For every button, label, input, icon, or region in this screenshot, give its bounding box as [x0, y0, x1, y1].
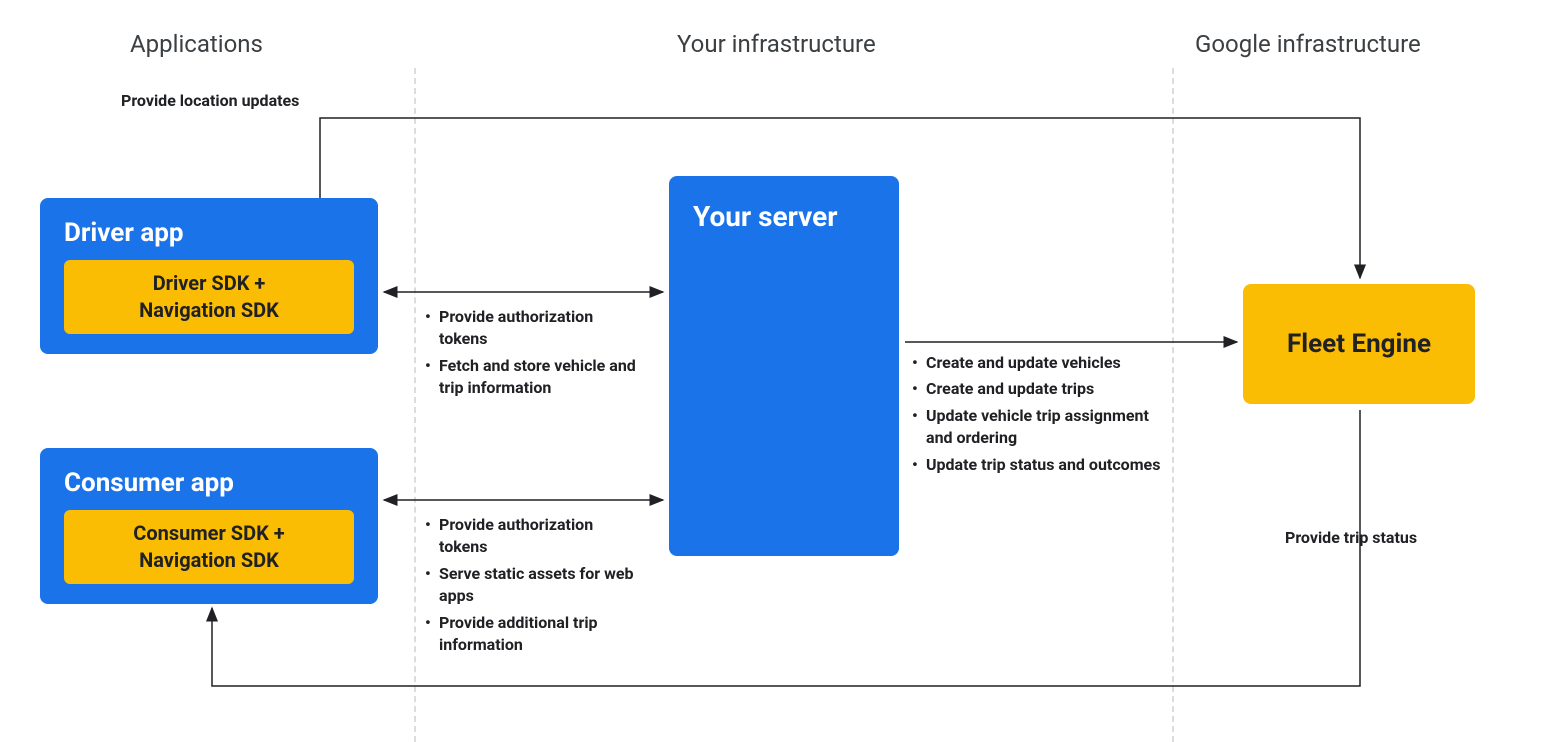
your-server-label: Your server [693, 200, 838, 233]
driver-app-box: Driver app Driver SDK + Navigation SDK [40, 198, 378, 354]
consumer-sdk-box: Consumer SDK + Navigation SDK [64, 510, 354, 584]
fleet-engine-box: Fleet Engine [1243, 284, 1475, 404]
consumer-app-box: Consumer app Consumer SDK + Navigation S… [40, 448, 378, 604]
driver-app-title: Driver app [64, 218, 354, 248]
your-server-box: Your server [669, 176, 899, 556]
fleet-engine-label: Fleet Engine [1287, 329, 1431, 359]
driver-sdk-box: Driver SDK + Navigation SDK [64, 260, 354, 334]
section-google-infra: Google infrastructure [1195, 30, 1421, 58]
driver-server-notes: Provide authorization tokens Fetch and s… [425, 306, 645, 404]
server-fleet-notes: Create and update vehicles Create and up… [912, 352, 1162, 480]
provide-trip-status-label: Provide trip status [1285, 528, 1417, 547]
section-your-infra: Your infrastructure [677, 30, 876, 58]
divider-1 [414, 68, 416, 742]
consumer-app-title: Consumer app [64, 468, 354, 498]
divider-2 [1172, 68, 1174, 742]
consumer-server-notes: Provide authorization tokens Serve stati… [425, 514, 645, 660]
provide-location-label: Provide location updates [121, 91, 299, 110]
section-applications: Applications [130, 30, 263, 58]
